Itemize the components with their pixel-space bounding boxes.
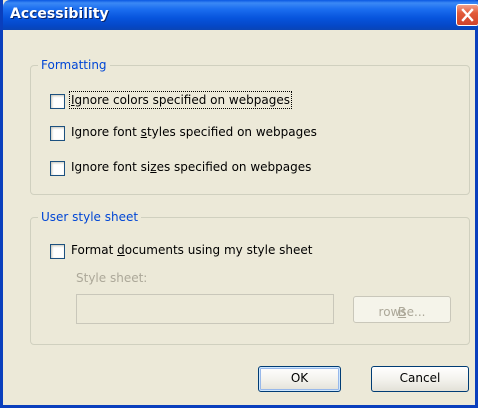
ignore-colors-label: Ignore colors specified on webpages xyxy=(69,91,292,109)
style-sheet-input[interactable] xyxy=(76,294,334,324)
ignore-font-sizes-label: Ignore font sizes specified on webpages xyxy=(71,160,312,174)
format-documents-checkbox[interactable] xyxy=(50,244,65,259)
ignore-font-styles-option[interactable]: Ignore font styles specified on webpages xyxy=(50,125,350,142)
format-documents-label: Format documents using my style sheet xyxy=(71,243,313,257)
ignore-font-sizes-option[interactable]: Ignore font sizes specified on webpages xyxy=(50,160,350,177)
accessibility-dialog: Accessibility Formatting Ignore colors s… xyxy=(0,0,478,408)
ignore-colors-checkbox[interactable] xyxy=(50,94,65,109)
browse-button[interactable]: Browse... xyxy=(353,296,451,323)
window-title: Accessibility xyxy=(10,6,109,22)
close-button[interactable] xyxy=(456,4,478,26)
user-style-sheet-legend: User style sheet xyxy=(38,210,142,224)
cancel-button[interactable]: Cancel xyxy=(371,366,469,392)
close-icon xyxy=(461,8,474,22)
ignore-font-styles-checkbox[interactable] xyxy=(50,126,65,141)
ok-button[interactable]: OK xyxy=(258,366,341,392)
style-sheet-label: Style sheet: xyxy=(76,271,148,285)
ignore-font-sizes-checkbox[interactable] xyxy=(50,161,65,176)
title-bar[interactable]: Accessibility xyxy=(3,0,478,30)
ignore-colors-option[interactable]: Ignore colors specified on webpages xyxy=(50,91,330,110)
format-documents-option[interactable]: Format documents using my style sheet xyxy=(50,243,350,260)
formatting-legend: Formatting xyxy=(38,58,110,72)
ignore-font-styles-label: Ignore font styles specified on webpages xyxy=(71,125,317,139)
